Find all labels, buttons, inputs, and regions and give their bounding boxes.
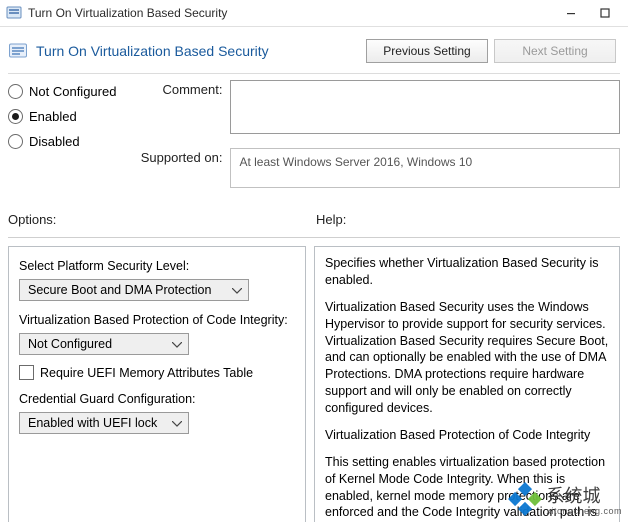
radio-label: Not Configured [29, 84, 116, 99]
title-bar: Turn On Virtualization Based Security [0, 0, 628, 27]
options-panel: Select Platform Security Level: Secure B… [8, 246, 306, 522]
vbpci-select[interactable]: Not Configured [19, 333, 189, 355]
help-paragraph: This setting enables virtualization base… [325, 454, 609, 522]
next-setting-button[interactable]: Next Setting [494, 39, 616, 63]
select-value: Not Configured [28, 337, 112, 351]
state-radio-group: Not Configured Enabled Disabled [8, 80, 116, 149]
supported-on-value: At least Windows Server 2016, Windows 10 [230, 148, 620, 188]
select-value: Secure Boot and DMA Protection [28, 283, 211, 297]
chevron-down-icon [172, 416, 182, 430]
help-paragraph: Virtualization Based Security uses the W… [325, 299, 609, 417]
previous-setting-button[interactable]: Previous Setting [366, 39, 488, 63]
divider [8, 237, 620, 238]
vbpci-label: Virtualization Based Protection of Code … [19, 313, 295, 327]
radio-icon [8, 84, 23, 99]
policy-title: Turn On Virtualization Based Security [36, 43, 269, 59]
policy-header: Turn On Virtualization Based Security Pr… [8, 35, 620, 73]
policy-icon [8, 41, 28, 61]
options-section-label: Options: [8, 212, 308, 233]
comment-label: Comment: [132, 80, 222, 134]
app-icon [6, 5, 22, 21]
state-disabled[interactable]: Disabled [8, 134, 116, 149]
radio-label: Enabled [29, 109, 77, 124]
checkbox-icon [19, 365, 34, 380]
select-value: Enabled with UEFI lock [28, 416, 157, 430]
help-paragraph: Specifies whether Virtualization Based S… [325, 255, 609, 289]
credential-guard-select[interactable]: Enabled with UEFI lock [19, 412, 189, 434]
comment-input[interactable] [230, 80, 620, 134]
help-panel: Specifies whether Virtualization Based S… [314, 246, 620, 522]
platform-security-level-label: Select Platform Security Level: [19, 259, 295, 273]
require-uefi-memory-attributes-checkbox[interactable]: Require UEFI Memory Attributes Table [19, 365, 295, 380]
chevron-down-icon [232, 283, 242, 297]
supported-on-label: Supported on: [132, 148, 222, 188]
window-title: Turn On Virtualization Based Security [28, 6, 554, 20]
state-not-configured[interactable]: Not Configured [8, 84, 116, 99]
maximize-button[interactable] [588, 2, 622, 24]
help-paragraph: Virtualization Based Protection of Code … [325, 427, 609, 444]
checkbox-label: Require UEFI Memory Attributes Table [40, 366, 253, 380]
radio-icon [8, 109, 23, 124]
chevron-down-icon [172, 337, 182, 351]
help-section-label: Help: [316, 212, 620, 233]
credential-guard-label: Credential Guard Configuration: [19, 392, 295, 406]
radio-label: Disabled [29, 134, 80, 149]
radio-icon [8, 134, 23, 149]
platform-security-level-select[interactable]: Secure Boot and DMA Protection [19, 279, 249, 301]
state-enabled[interactable]: Enabled [8, 109, 116, 124]
minimize-button[interactable] [554, 2, 588, 24]
